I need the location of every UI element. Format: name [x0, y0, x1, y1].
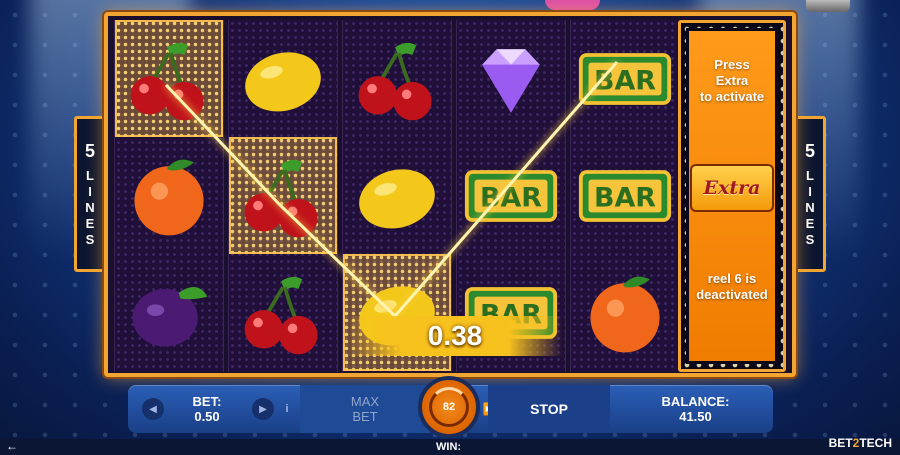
- lines-count: 5: [84, 140, 95, 161]
- brand-text: TECH: [859, 436, 892, 450]
- max-bet-line: MAX: [350, 394, 380, 409]
- extra-text-line: Press: [714, 57, 750, 72]
- cherry-symbol: [343, 20, 451, 137]
- orange-symbol: [115, 137, 223, 254]
- svg-text:BAR: BAR: [480, 182, 542, 213]
- extra-text-line: reel 6 is: [707, 271, 757, 286]
- max-bet-button[interactable]: MAX BET: [300, 385, 430, 433]
- extra-instructions: Press Extra to activate: [700, 57, 764, 105]
- plum-symbol: [115, 254, 223, 371]
- game-logo-fragment: [545, 0, 600, 10]
- bet-value: 0.50: [194, 409, 220, 424]
- reel-5: BAR BAR: [570, 20, 680, 372]
- extra-text-line: Extra: [715, 73, 749, 88]
- extra-button[interactable]: Extra: [690, 164, 774, 212]
- cherry-symbol: [229, 137, 337, 254]
- stop-button[interactable]: STOP: [488, 385, 610, 433]
- bar-symbol: BAR: [571, 20, 679, 137]
- svg-text:BAR: BAR: [594, 182, 656, 213]
- info-icon[interactable]: i: [280, 385, 294, 433]
- bet-decrease-button[interactable]: ◀: [142, 398, 164, 420]
- extra-status: reel 6 is deactivated: [696, 271, 768, 303]
- bar-symbol: BAR: [571, 137, 679, 254]
- lemon-symbol: [343, 137, 451, 254]
- bet-display: BET: 0.50: [168, 385, 246, 433]
- bar-symbol: BAR: [457, 137, 565, 254]
- extra-panel: Press Extra to activate Extra reel 6 is …: [678, 20, 786, 372]
- balance-display: BALANCE: 41.50: [618, 385, 773, 433]
- lines-word: LINES: [802, 167, 818, 248]
- extra-panel-inner: Press Extra to activate Extra reel 6 is …: [689, 31, 775, 361]
- bet-label: BET:: [192, 394, 222, 409]
- lines-word: LINES: [82, 167, 98, 248]
- extra-text-line: deactivated: [696, 287, 768, 302]
- win-status-label: WIN:: [436, 441, 462, 453]
- extra-text-line: to activate: [699, 89, 765, 104]
- brand-text: BET: [828, 436, 853, 450]
- reel-1: [114, 20, 224, 372]
- cherry-symbol: [115, 20, 223, 137]
- max-bet-line: BET: [352, 409, 378, 424]
- provider-logo: BET2TECH: [829, 436, 892, 450]
- lines-indicator-right: 5 LINES: [794, 116, 826, 272]
- balance-value: 41.50: [679, 409, 712, 424]
- control-bar: ◀ BET: 0.50 ▶ i MAX BET 82 ⏩ STOP BALANC…: [128, 376, 773, 438]
- balance-label: BALANCE:: [661, 394, 730, 409]
- orange-symbol: [571, 254, 679, 371]
- lemon-symbol: [229, 20, 337, 137]
- menu-button[interactable]: [806, 0, 850, 12]
- autospin-button[interactable]: 82: [418, 376, 480, 438]
- svg-text:BAR: BAR: [594, 65, 656, 96]
- lines-indicator-left: 5 LINES: [74, 116, 106, 272]
- reel-2: [228, 20, 338, 372]
- autospin-counter: 82: [429, 387, 469, 427]
- back-arrow-icon[interactable]: ←: [6, 440, 18, 452]
- lines-count: 5: [804, 140, 815, 161]
- cherry-symbol: [229, 254, 337, 371]
- diamond-symbol: [457, 20, 565, 137]
- win-amount: 0.38: [348, 316, 562, 356]
- bet-increase-button[interactable]: ▶: [252, 398, 274, 420]
